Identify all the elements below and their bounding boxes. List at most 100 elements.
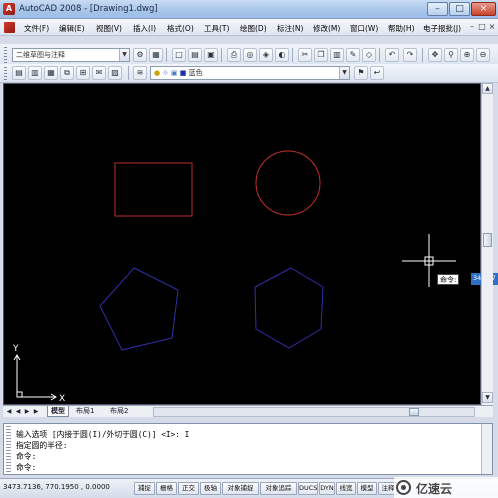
menu-window[interactable]: 窗口(W) — [350, 23, 378, 34]
ducs-toggle[interactable]: DUCS — [298, 482, 318, 495]
doc-restore-button[interactable]: □ — [477, 22, 487, 32]
separator — [221, 48, 222, 62]
menu-help[interactable]: 帮助(H) — [388, 23, 415, 34]
horizontal-scroll-thumb[interactable] — [409, 408, 419, 416]
document-icon[interactable] — [4, 22, 15, 33]
layer-state-icon[interactable]: ▥ — [28, 66, 42, 80]
publish-icon[interactable]: ◈ — [259, 48, 273, 62]
layer-previous-state-icon[interactable]: ↩ — [370, 66, 384, 80]
lock-icon[interactable]: ▣ — [171, 69, 178, 77]
zoom-realtime-icon[interactable]: ⚲ — [444, 48, 458, 62]
otrack-toggle[interactable]: 对象追踪 — [260, 482, 297, 495]
snap-toggle[interactable]: 捕捉 — [134, 482, 155, 495]
next-tab-icon[interactable]: ▶ — [23, 407, 31, 416]
coordinates-readout[interactable]: 3473.7136, 770.1950 , 0.0000 — [3, 483, 110, 491]
command-window-grip[interactable] — [6, 426, 11, 472]
plot-icon[interactable]: ◐ — [275, 48, 289, 62]
tab-model[interactable]: 模型 — [47, 406, 69, 417]
dyn-toggle[interactable]: DYN — [319, 482, 335, 495]
zoom-previous-icon[interactable]: ⊖ — [476, 48, 490, 62]
circle-shape[interactable] — [255, 150, 321, 216]
sun-icon[interactable]: ☼ — [162, 69, 168, 77]
layer-freeze-icon[interactable]: ✉ — [92, 66, 106, 80]
command-scrollbar[interactable] — [481, 424, 492, 474]
workspace-select[interactable]: 二维草图与注释 ▼ — [12, 48, 130, 62]
save-icon[interactable]: ▣ — [204, 48, 218, 62]
command-window[interactable]: 输入选项 [内接于圆(I)/外切于圆(C)] <I>: I 指定圆的半径: 命令… — [3, 423, 493, 475]
horizontal-scrollbar[interactable] — [153, 407, 475, 417]
osnap-toggle[interactable]: 对象捕捉 — [222, 482, 259, 495]
doc-close-button[interactable]: × — [487, 22, 497, 32]
layer-previous-icon[interactable]: ▦ — [44, 66, 58, 80]
new-file-icon[interactable]: □ — [172, 48, 186, 62]
toolbar-grip[interactable] — [4, 47, 7, 63]
zoom-window-icon[interactable]: ⊕ — [460, 48, 474, 62]
menu-dimension[interactable]: 标注(N) — [277, 23, 303, 34]
minimize-button[interactable]: – — [427, 2, 448, 16]
workspace-settings-icon[interactable]: ⚙ — [133, 48, 147, 62]
prev-tab-icon[interactable]: ◀ — [14, 407, 22, 416]
tab-layout1[interactable]: 布局1 — [73, 406, 97, 417]
make-current-layer-icon[interactable]: ⚑ — [354, 66, 368, 80]
layer-isolate-icon[interactable]: ⧉ — [60, 66, 74, 80]
command-history-line: 命令: — [16, 452, 37, 461]
rectangle-shape[interactable] — [114, 162, 193, 217]
command-input-line[interactable]: 命令: — [16, 462, 36, 473]
layer-value: 蓝色 — [188, 69, 203, 77]
lightbulb-icon[interactable]: ● — [154, 69, 160, 77]
toolbar-grip[interactable] — [4, 67, 7, 80]
vertical-scroll-thumb[interactable] — [483, 233, 492, 247]
grid-toggle[interactable]: 栅格 — [156, 482, 177, 495]
workspace-save-icon[interactable]: ▦ — [149, 48, 163, 62]
print-preview-icon[interactable]: ◎ — [243, 48, 257, 62]
pan-icon[interactable]: ✥ — [428, 48, 442, 62]
last-tab-icon[interactable]: ▶ — [32, 407, 40, 416]
undo-icon[interactable]: ↶ — [385, 48, 399, 62]
polar-toggle[interactable]: 极轴 — [200, 482, 221, 495]
drawing-svg[interactable]: Y X — [4, 84, 480, 404]
close-button[interactable]: × — [471, 2, 496, 16]
separator — [379, 48, 380, 62]
lineweight-toggle[interactable]: 线宽 — [336, 482, 356, 495]
model-toggle[interactable]: 模型 — [357, 482, 377, 495]
chevron-down-icon[interactable]: ▼ — [339, 67, 349, 79]
layer-select[interactable]: ● ☼ ▣ ■ 蓝色 ▼ — [150, 66, 350, 80]
menu-e-approval[interactable]: 电子报批(J) — [423, 23, 461, 34]
separator — [292, 48, 293, 62]
hexagon-shape[interactable] — [254, 267, 324, 349]
menu-draw[interactable]: 绘图(D) — [240, 23, 267, 34]
window-title: AutoCAD 2008 - [Drawing1.dwg] — [19, 4, 158, 14]
layer-manager-icon[interactable]: ▤ — [12, 66, 26, 80]
layer-lock-icon[interactable]: ▨ — [108, 66, 122, 80]
menu-modify[interactable]: 修改(M) — [313, 23, 340, 34]
doc-minimize-button[interactable]: – — [467, 22, 477, 32]
paste-icon[interactable]: ▥ — [330, 48, 344, 62]
maximize-button[interactable]: □ — [449, 2, 470, 16]
redo-icon[interactable]: ↷ — [403, 48, 417, 62]
print-icon[interactable]: ⎙ — [227, 48, 241, 62]
ortho-toggle[interactable]: 正交 — [178, 482, 199, 495]
copy-icon[interactable]: ❐ — [314, 48, 328, 62]
scroll-down-icon[interactable]: ▼ — [482, 392, 493, 403]
pentagon-shape[interactable] — [99, 267, 179, 351]
match-properties-icon[interactable]: ✎ — [346, 48, 360, 62]
vertical-scrollbar[interactable]: ▲ ▼ — [481, 83, 493, 405]
layer-walk-icon[interactable]: ⊞ — [76, 66, 90, 80]
drawing-canvas[interactable]: Y X — [3, 83, 481, 405]
layer-stack-icon[interactable]: ≋ — [133, 66, 147, 80]
chevron-down-icon[interactable]: ▼ — [119, 49, 129, 61]
watermark-logo-icon — [396, 480, 411, 495]
first-tab-icon[interactable]: ◀ — [5, 407, 13, 416]
menu-edit[interactable]: 编辑(E) — [59, 23, 85, 34]
tab-layout2[interactable]: 布局2 — [107, 406, 131, 417]
menu-file[interactable]: 文件(F) — [24, 23, 49, 34]
block-editor-icon[interactable]: ◇ — [362, 48, 376, 62]
menu-format[interactable]: 格式(O) — [167, 23, 194, 34]
scroll-up-icon[interactable]: ▲ — [482, 83, 493, 94]
menu-view[interactable]: 视图(V) — [96, 23, 122, 34]
open-file-icon[interactable]: ▤ — [188, 48, 202, 62]
autocad-logo-icon[interactable]: A — [3, 3, 15, 15]
menu-tools[interactable]: 工具(T) — [204, 23, 229, 34]
menu-insert[interactable]: 插入(I) — [133, 23, 156, 34]
cut-icon[interactable]: ✂ — [298, 48, 312, 62]
